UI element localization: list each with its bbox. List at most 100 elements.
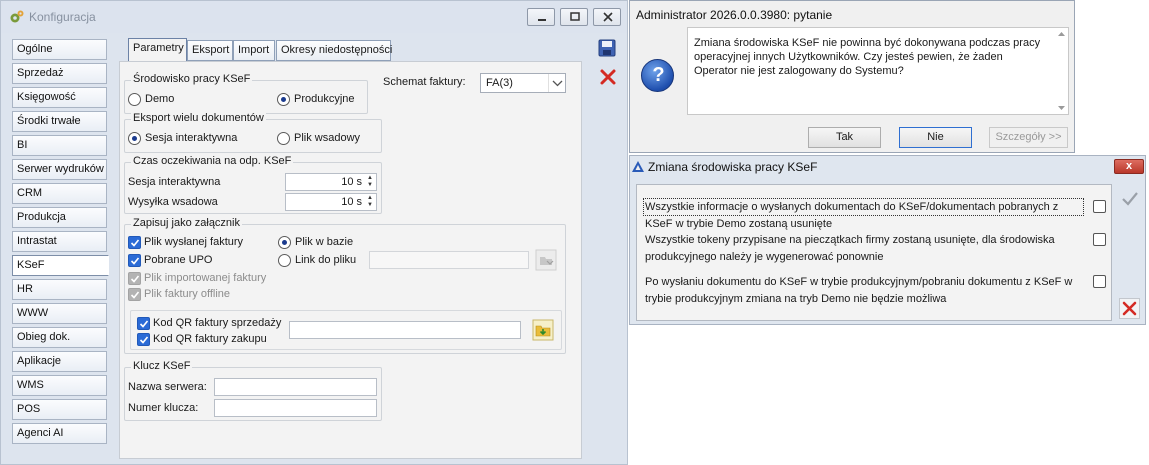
tab-parametry[interactable]: Parametry (128, 38, 187, 62)
nav-item-wms[interactable]: WMS (12, 375, 107, 396)
spin-down-icon[interactable]: ▼ (365, 202, 375, 209)
warning-item-1: Wszystkie informacje o wysłanych dokumen… (645, 201, 1059, 230)
check-icon (139, 320, 149, 328)
nav-item-bi[interactable]: BI (12, 135, 107, 156)
no-button[interactable]: Nie (899, 127, 972, 148)
details-button[interactable]: Szczegóły >> (989, 127, 1068, 148)
folder-download-icon[interactable] (532, 319, 554, 341)
schema-value: FA(3) (486, 77, 513, 89)
close-icon (603, 12, 613, 22)
nav-item-serwer-wydrukow[interactable]: Serwer wydruków (12, 159, 107, 180)
imported-invoice-file-label: Plik importowanej faktury (144, 272, 267, 284)
nav-item-intrastat[interactable]: Intrastat (12, 231, 107, 252)
folder-icon[interactable] (535, 249, 557, 271)
nav-item-ksef[interactable]: KSeF (12, 255, 109, 276)
dialog-title: Zmiana środowiska pracy KSeF (648, 160, 818, 174)
cancel-icon[interactable] (598, 67, 618, 87)
production-radio[interactable] (277, 93, 290, 106)
message-box: Zmiana środowiska KSeF nie powinna być d… (687, 27, 1069, 115)
tab-eksport[interactable]: Eksport (187, 40, 233, 61)
sales-qr-checkbox[interactable] (137, 317, 150, 330)
warning-2-checkbox[interactable] (1093, 233, 1106, 246)
nav-item-agenci-ai[interactable]: Agenci AI (12, 423, 107, 444)
maximize-icon (570, 12, 580, 21)
batch-timeout-spinner[interactable]: 10 s ▲ ▼ (285, 193, 377, 211)
nav-item-pos[interactable]: POS (12, 399, 107, 420)
timeout-group: Czas oczekiwania na odp. KSeF Sesja inte… (124, 155, 382, 214)
warning-item-2: Wszystkie tokeny przypisane na pieczątka… (645, 234, 1055, 263)
spin-up-icon[interactable]: ▲ (365, 195, 375, 202)
interactive-session-label: Sesja interaktywna (145, 132, 238, 144)
ksef-key-legend: Klucz KSeF (131, 360, 193, 372)
environment-legend: Środowisko pracy KSeF (131, 73, 253, 85)
nav-item-www[interactable]: WWW (12, 303, 107, 324)
interactive-timeout-spinner[interactable]: 10 s ▲ ▼ (285, 173, 377, 191)
export-legend: Eksport wielu dokumentów (131, 112, 266, 124)
check-icon (130, 239, 140, 247)
nav-item-produkcja[interactable]: Produkcja (12, 207, 107, 228)
scroll-up-icon[interactable] (1057, 30, 1066, 38)
imported-invoice-file-checkbox (128, 272, 141, 285)
server-name-input[interactable] (214, 378, 377, 396)
nav-item-aplikacje[interactable]: Aplikacje (12, 351, 107, 372)
configuration-window: Konfiguracja Ogólne Sprzedaż Księgowość … (0, 0, 628, 465)
message-text: Zmiana środowiska KSeF nie powinna być d… (694, 37, 1041, 77)
nav-item-sprzedaz[interactable]: Sprzedaż (12, 63, 107, 84)
schema-select[interactable]: FA(3) (480, 73, 566, 93)
close-button[interactable] (593, 8, 621, 26)
nav-item-obieg-dok[interactable]: Obieg dok. (12, 327, 107, 348)
key-number-input[interactable] (214, 399, 377, 417)
ksef-key-group: Klucz KSeF Nazwa serwera: Numer klucza: (124, 360, 382, 421)
spin-up-icon[interactable]: ▲ (365, 175, 375, 182)
yes-button[interactable]: Tak (808, 127, 881, 148)
purchase-qr-label: Kod QR faktury zakupu (153, 333, 267, 345)
minimize-button[interactable] (527, 8, 555, 26)
minimize-icon (538, 19, 546, 21)
question-dialog: Administrator 2026.0.0.3980: pytanie ? Z… (629, 0, 1075, 153)
cancel-icon[interactable] (1119, 298, 1140, 319)
key-number-label: Numer klucza: (128, 402, 199, 414)
production-label: Produkcyjne (294, 93, 355, 105)
file-in-db-radio[interactable] (278, 236, 291, 249)
batch-timeout-value: 10 s (341, 196, 362, 208)
warning-1-checkbox[interactable] (1093, 200, 1106, 213)
close-button[interactable]: x (1114, 159, 1144, 174)
maximize-button[interactable] (560, 8, 588, 26)
export-group: Eksport wielu dokumentów Sesja interakty… (124, 112, 382, 153)
attachment-group: Zapisuj jako załącznik Plik wysłanej fak… (124, 217, 566, 354)
question-icon: ? (641, 59, 674, 92)
warning-3-checkbox[interactable] (1093, 275, 1106, 288)
demo-radio[interactable] (128, 93, 141, 106)
check-icon (130, 291, 140, 299)
interactive-session-radio[interactable] (128, 132, 141, 145)
file-in-db-label: Plik w bazie (295, 236, 354, 248)
nav-item-hr[interactable]: HR (12, 279, 107, 300)
tab-import[interactable]: Import (233, 40, 275, 61)
nav-item-crm[interactable]: CRM (12, 183, 107, 204)
purchase-qr-checkbox[interactable] (137, 333, 150, 346)
nav-item-srodki-trwale[interactable]: Środki trwałe (12, 111, 107, 132)
check-icon (130, 257, 140, 265)
demo-label: Demo (145, 93, 175, 105)
batch-file-label: Plik wsadowy (294, 132, 361, 144)
file-link-input[interactable] (369, 251, 529, 269)
scroll-down-icon[interactable] (1057, 104, 1066, 112)
check-icon (130, 275, 140, 283)
file-link-radio[interactable] (278, 254, 291, 267)
file-link-label: Link do pliku (295, 254, 357, 266)
tab-okresy-niedostepnosci[interactable]: Okresy niedostępności (276, 40, 392, 61)
parameters-panel: Środowisko pracy KSeF Demo Produkcyjne S… (119, 61, 582, 459)
confirm-check-icon[interactable] (1120, 189, 1140, 209)
interactive-timeout-value: 10 s (341, 176, 362, 188)
qr-path-input[interactable] (289, 321, 521, 339)
downloaded-upo-checkbox[interactable] (128, 254, 141, 267)
batch-file-radio[interactable] (277, 132, 290, 145)
nav-item-ksiegowosc[interactable]: Księgowość (12, 87, 107, 108)
sent-invoice-file-checkbox[interactable] (128, 236, 141, 249)
save-icon[interactable] (597, 38, 617, 58)
downloaded-upo-label: Pobrane UPO (144, 254, 213, 266)
title-bar: Konfiguracja (1, 1, 627, 33)
interactive-timeout-label: Sesja interaktywna (128, 176, 221, 188)
spin-down-icon[interactable]: ▼ (365, 182, 375, 189)
nav-item-ogolne[interactable]: Ogólne (12, 39, 107, 60)
